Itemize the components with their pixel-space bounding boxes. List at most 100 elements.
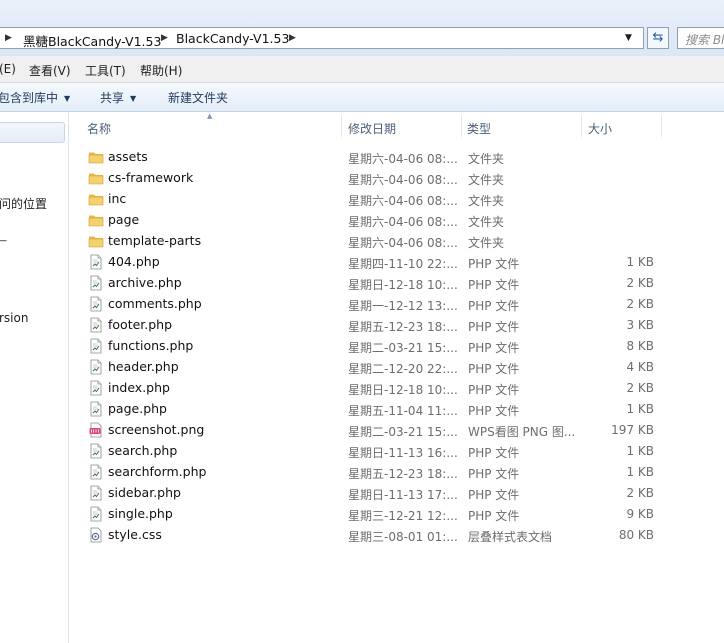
file-row[interactable]: page 星期六-04-06 08:... 文件夹 bbox=[82, 209, 662, 230]
file-row[interactable]: single.php 星期三-12-21 12:... PHP 文件 9 KB bbox=[82, 503, 662, 524]
breadcrumb-parent[interactable]: 黑糖BlackCandy-V1.53 bbox=[23, 31, 161, 50]
file-type: PHP 文件 bbox=[468, 509, 520, 523]
column-name[interactable]: 名称 bbox=[87, 120, 111, 137]
menu-view[interactable]: 查看(V) bbox=[29, 62, 71, 79]
breadcrumb-separator-icon[interactable]: ▶ bbox=[161, 33, 168, 43]
file-row[interactable]: page.php 星期五-11-04 11:... PHP 文件 1 KB bbox=[82, 398, 662, 419]
file-row[interactable]: sidebar.php 星期日-11-13 17:... PHP 文件 2 KB bbox=[82, 482, 662, 503]
chevron-down-icon: ▼ bbox=[130, 94, 137, 103]
file-name[interactable]: template-parts bbox=[108, 233, 201, 248]
file-name[interactable]: screenshot.png bbox=[108, 422, 204, 437]
php-file-icon bbox=[88, 359, 104, 375]
refresh-button[interactable]: ⇆ bbox=[647, 27, 669, 49]
nav-item-fragment-mark[interactable]: ⊢ bbox=[0, 234, 7, 248]
file-type: 文件夹 bbox=[468, 173, 505, 187]
file-row[interactable]: searchform.php 星期五-12-23 18:... PHP 文件 1 KB bbox=[82, 461, 662, 482]
column-divider[interactable] bbox=[581, 115, 582, 137]
nav-selected-item[interactable] bbox=[0, 122, 65, 143]
column-divider[interactable] bbox=[461, 115, 462, 137]
file-row[interactable]: index.php 星期日-12-18 10:... PHP 文件 2 KB bbox=[82, 377, 662, 398]
file-type: PHP 文件 bbox=[468, 488, 520, 502]
file-row[interactable]: archive.php 星期日-12-18 10:... PHP 文件 2 KB bbox=[82, 272, 662, 293]
file-name[interactable]: search.php bbox=[108, 443, 177, 458]
file-name[interactable]: sidebar.php bbox=[108, 485, 181, 500]
file-modified-date: 星期二-03-21 15:... bbox=[348, 425, 458, 439]
column-size[interactable]: 大小 bbox=[588, 120, 612, 137]
file-name[interactable]: functions.php bbox=[108, 338, 193, 353]
file-modified-date: 星期五-11-04 11:... bbox=[348, 404, 458, 418]
file-modified-date: 星期五-12-23 18:... bbox=[348, 467, 458, 481]
file-name[interactable]: 404.php bbox=[108, 254, 160, 269]
file-type: PHP 文件 bbox=[468, 257, 520, 271]
file-row[interactable]: style.css 星期三-08-01 01:... 层叠样式表文档 80 KB bbox=[82, 524, 662, 545]
file-size: 2 KB bbox=[626, 276, 654, 290]
new-folder-button[interactable]: 新建文件夹 bbox=[168, 89, 228, 106]
file-name[interactable]: comments.php bbox=[108, 296, 202, 311]
file-row[interactable]: 404.php 星期四-11-10 22:... PHP 文件 1 KB bbox=[82, 251, 662, 272]
file-modified-date: 星期四-11-10 22:... bbox=[348, 257, 458, 271]
menu-help[interactable]: 帮助(H) bbox=[140, 62, 182, 79]
file-row[interactable]: cs-framework 星期六-04-06 08:... 文件夹 bbox=[82, 167, 662, 188]
file-name[interactable]: cs-framework bbox=[108, 170, 193, 185]
share-button[interactable]: 共享 ▼ bbox=[100, 89, 136, 106]
address-history-dropdown-icon[interactable]: ▼ bbox=[625, 33, 632, 43]
share-label: 共享 bbox=[100, 91, 125, 105]
file-size: 8 KB bbox=[626, 339, 654, 353]
menu-bar: (E) 查看(V) 工具(T) 帮助(H) bbox=[0, 56, 724, 83]
file-size: 1 KB bbox=[626, 402, 654, 416]
file-size: 1 KB bbox=[626, 444, 654, 458]
address-bar[interactable]: ▶ 黑糖BlackCandy-V1.53 ▶ BlackCandy-V1.53 … bbox=[0, 27, 644, 49]
file-row[interactable]: template-parts 星期六-04-06 08:... 文件夹 bbox=[82, 230, 662, 251]
file-type: 层叠样式表文档 bbox=[468, 530, 553, 544]
column-type[interactable]: 类型 bbox=[467, 120, 491, 137]
file-modified-date: 星期六-04-06 08:... bbox=[348, 236, 458, 250]
php-file-icon bbox=[88, 401, 104, 417]
file-modified-date: 星期日-12-18 10:... bbox=[348, 278, 458, 292]
file-modified-date: 星期五-12-23 18:... bbox=[348, 320, 458, 334]
file-type: PHP 文件 bbox=[468, 278, 520, 292]
file-type: PHP 文件 bbox=[468, 467, 520, 481]
file-name[interactable]: header.php bbox=[108, 359, 179, 374]
php-file-icon bbox=[88, 380, 104, 396]
menu-tools[interactable]: 工具(T) bbox=[85, 62, 126, 79]
column-divider[interactable] bbox=[661, 115, 662, 137]
file-name[interactable]: style.css bbox=[108, 527, 162, 542]
file-name[interactable]: index.php bbox=[108, 380, 170, 395]
include-in-library-button[interactable]: 包含到库中 ▼ bbox=[0, 89, 70, 106]
breadcrumb-current[interactable]: BlackCandy-V1.53 bbox=[176, 31, 289, 46]
file-row[interactable]: inc 星期六-04-06 08:... 文件夹 bbox=[82, 188, 662, 209]
file-row[interactable]: screenshot.png 星期二-03-21 15:... WPS看图 PNG … bbox=[82, 419, 662, 440]
file-name[interactable]: footer.php bbox=[108, 317, 172, 332]
file-row[interactable]: search.php 星期日-11-13 16:... PHP 文件 1 KB bbox=[82, 440, 662, 461]
column-divider[interactable] bbox=[341, 115, 342, 137]
file-row[interactable]: assets 星期六-04-06 08:... 文件夹 bbox=[82, 146, 662, 167]
file-size: 3 KB bbox=[626, 318, 654, 332]
menu-edit[interactable]: (E) bbox=[0, 62, 16, 76]
file-size: 1 KB bbox=[626, 255, 654, 269]
php-file-icon bbox=[88, 506, 104, 522]
file-modified-date: 星期六-04-06 08:... bbox=[348, 194, 458, 208]
file-type: 文件夹 bbox=[468, 215, 505, 229]
file-name[interactable]: searchform.php bbox=[108, 464, 206, 479]
file-name[interactable]: assets bbox=[108, 149, 148, 164]
file-name[interactable]: inc bbox=[108, 191, 126, 206]
file-type: 文件夹 bbox=[468, 236, 505, 250]
file-row[interactable]: header.php 星期二-12-20 22:... PHP 文件 4 KB bbox=[82, 356, 662, 377]
file-type: PHP 文件 bbox=[468, 404, 520, 418]
file-name[interactable]: archive.php bbox=[108, 275, 182, 290]
file-name[interactable]: page.php bbox=[108, 401, 167, 416]
file-modified-date: 星期三-08-01 01:... bbox=[348, 530, 458, 544]
file-row[interactable]: comments.php 星期一-12-12 13:... PHP 文件 2 KB bbox=[82, 293, 662, 314]
file-row[interactable]: footer.php 星期五-12-23 18:... PHP 文件 3 KB bbox=[82, 314, 662, 335]
search-input[interactable]: 搜索 BlackCandy-V1.53 bbox=[677, 27, 724, 49]
breadcrumb-separator-icon[interactable]: ▶ bbox=[5, 33, 12, 43]
nav-item-version[interactable]: rsion bbox=[0, 311, 28, 325]
file-name[interactable]: single.php bbox=[108, 506, 173, 521]
column-date[interactable]: 修改日期 bbox=[348, 120, 396, 137]
file-name[interactable]: page bbox=[108, 212, 139, 227]
file-row[interactable]: functions.php 星期二-03-21 15:... PHP 文件 8 KB bbox=[82, 335, 662, 356]
breadcrumb-separator-icon[interactable]: ▶ bbox=[289, 33, 296, 43]
nav-item-recent-places[interactable]: 问的位置 bbox=[0, 195, 47, 212]
file-modified-date: 星期一-12-12 13:... bbox=[348, 299, 458, 313]
navigation-pane[interactable]: 问的位置 ⊢ rsion bbox=[0, 112, 69, 643]
